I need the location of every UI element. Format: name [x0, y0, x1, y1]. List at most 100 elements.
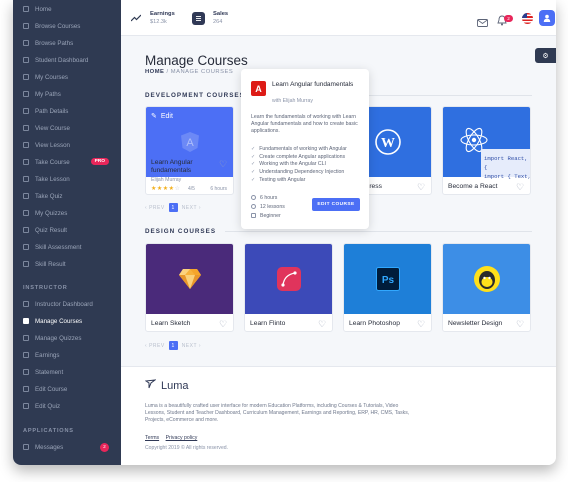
course-title[interactable]: Learn Photoshop — [349, 320, 400, 328]
instructor-heading: INSTRUCTOR — [23, 285, 68, 291]
course-title[interactable]: Learn Angular fundamentals — [151, 159, 221, 175]
course-thumbnail: import React, { import { Text, — [443, 107, 530, 180]
course-card-flinto[interactable]: Learn Flinto ♡ — [244, 243, 333, 332]
messages-badge: 2 — [100, 443, 109, 452]
settings-gear-icon[interactable]: ⚙ — [535, 48, 556, 63]
page-button-1[interactable]: 1 — [168, 203, 178, 212]
luma-logo-icon — [144, 379, 157, 392]
popover-meta: 6 hours 12 lessons Beginner — [251, 193, 285, 220]
course-title[interactable]: Newsletter Design — [448, 320, 502, 328]
sidebar-item-edit-course[interactable]: Edit Course — [23, 384, 118, 394]
edit-icon — [23, 403, 29, 409]
sidebar-item-skill-result[interactable]: Skill Result — [23, 259, 118, 269]
sidebar-item-path-details[interactable]: Path Details — [23, 106, 118, 116]
course-title[interactable]: Become a React — [448, 183, 497, 191]
checklist-item: ✓ Create complete Angular applications — [251, 153, 346, 160]
course-thumbnail — [146, 244, 233, 314]
sidebar-item-browse-courses[interactable]: Browse Courses — [23, 21, 118, 31]
popover-description: Learn the fundamentals of working with L… — [251, 114, 358, 134]
sidebar-item-my-quizzes[interactable]: My Quizzes — [23, 208, 118, 218]
earnings-stat: Earnings $12.3k — [129, 11, 175, 25]
sidebar-item-manage-quizzes[interactable]: Manage Quizzes — [23, 333, 118, 343]
section-divider — [225, 231, 532, 232]
svg-text:A: A — [186, 137, 194, 149]
courses-icon — [23, 318, 29, 324]
sidebar-item-student-dashboard[interactable]: Student Dashboard — [23, 55, 118, 65]
dashboard-icon — [23, 57, 29, 63]
angular-logo-icon: A — [251, 81, 266, 96]
sidebar-item-skill-assessment[interactable]: Skill Assessment — [23, 242, 118, 252]
mail-icon[interactable] — [477, 14, 488, 32]
heart-icon[interactable]: ♡ — [516, 183, 524, 192]
sidebar-item-edit-quiz[interactable]: Edit Quiz — [23, 401, 118, 411]
course-card-angular[interactable]: A ✎ Edit Learn Angular fundamentals Elija… — [145, 106, 234, 195]
details-icon — [23, 108, 29, 114]
sidebar-item-view-lesson[interactable]: View Lesson — [23, 140, 118, 150]
receipt-icon — [192, 11, 205, 25]
heart-icon[interactable]: ♡ — [219, 160, 227, 169]
edit-overlay-button[interactable]: ✎ Edit — [151, 112, 173, 121]
course-duration: 6 hours — [210, 186, 227, 192]
edit-course-button[interactable]: EDIT COURSE — [312, 198, 360, 211]
check-icon: ✓ — [251, 153, 256, 160]
courses-icon — [23, 74, 29, 80]
popover-checklist: ✓ Fundamentals of working with Angular ✓ C… — [251, 145, 347, 184]
prev-button[interactable]: ‹ PREV — [145, 343, 165, 349]
sidebar-item-home[interactable]: Home — [23, 4, 118, 14]
course-title[interactable]: Learn Flinto — [250, 320, 285, 328]
heart-icon[interactable]: ♡ — [417, 183, 425, 192]
avatar[interactable] — [539, 10, 555, 26]
sidebar-item-browse-paths[interactable]: Browse Paths — [23, 38, 118, 48]
course-card-newsletter[interactable]: Newsletter Design ♡ — [442, 243, 531, 332]
home-icon — [23, 6, 29, 12]
next-button[interactable]: NEXT › — [182, 205, 201, 211]
lesson-icon — [23, 176, 29, 182]
course-icon — [23, 159, 29, 165]
sidebar-item-my-paths[interactable]: My Paths — [23, 89, 118, 99]
course-card-sketch[interactable]: Learn Sketch ♡ — [145, 243, 234, 332]
sidebar: Home Browse Courses Browse Paths Student… — [13, 0, 121, 465]
copyright: Copyright 2019 © All rights reserved. — [145, 445, 229, 451]
sidebar-item-quiz-result[interactable]: Quiz Result — [23, 225, 118, 235]
meta-lessons: 12 lessons — [251, 202, 285, 211]
page-button-1[interactable]: 1 — [168, 341, 178, 350]
heart-icon[interactable]: ♡ — [516, 320, 524, 329]
check-icon: ✓ — [251, 177, 256, 184]
heart-icon[interactable]: ♡ — [417, 320, 425, 329]
course-card-react[interactable]: import React, { import { Text, Become a … — [442, 106, 531, 195]
breadcrumb-home[interactable]: HOME — [145, 69, 164, 75]
terms-link[interactable]: Terms — [145, 435, 159, 441]
course-title[interactable]: Learn Sketch — [151, 320, 190, 328]
heart-icon[interactable]: ♡ — [219, 320, 227, 329]
quiz-icon — [23, 335, 29, 341]
sidebar-item-manage-courses[interactable]: Manage Courses — [23, 316, 118, 326]
sidebar-item-instructor-dashboard[interactable]: Instructor Dashboard — [23, 299, 118, 309]
photoshop-logo-icon: Ps — [375, 267, 400, 291]
svg-text:Ps: Ps — [381, 275, 394, 286]
sidebar-item-my-courses[interactable]: My Courses — [23, 72, 118, 82]
sidebar-item-take-lesson[interactable]: Take Lesson — [23, 174, 118, 184]
sidebar-item-statement[interactable]: Statement — [23, 367, 118, 377]
footer-description: Luma is a beautifully crafted user inter… — [145, 403, 410, 423]
prev-button[interactable]: ‹ PREV — [145, 205, 165, 211]
edit-icon — [23, 386, 29, 392]
wordpress-logo-icon: W — [374, 129, 401, 155]
course-card-photoshop[interactable]: Ps Learn Photoshop ♡ — [343, 243, 432, 332]
footer-brand: Luma — [144, 379, 189, 392]
check-icon: ✓ — [251, 145, 256, 152]
result-icon — [23, 261, 29, 267]
privacy-link[interactable]: Privacy policy — [166, 435, 198, 441]
checklist-item: ✓ Fundamentals of working with Angular — [251, 145, 347, 152]
sidebar-item-earnings[interactable]: Earnings — [23, 350, 118, 360]
sidebar-item-view-course[interactable]: View Course — [23, 123, 118, 133]
page-title: Manage Courses — [145, 53, 248, 68]
sketch-diamond-icon — [178, 269, 201, 289]
course-author: Elijah Murray — [151, 177, 182, 183]
next-button[interactable]: NEXT › — [182, 343, 201, 349]
us-flag-icon[interactable] — [522, 13, 533, 24]
sidebar-item-take-quiz[interactable]: Take Quiz — [23, 191, 118, 201]
development-courses-heading: DEVELOPMENT COURSES — [145, 92, 245, 99]
earnings-value: $12.3k — [150, 19, 167, 25]
heart-icon[interactable]: ♡ — [318, 320, 326, 329]
view-icon — [23, 125, 29, 131]
